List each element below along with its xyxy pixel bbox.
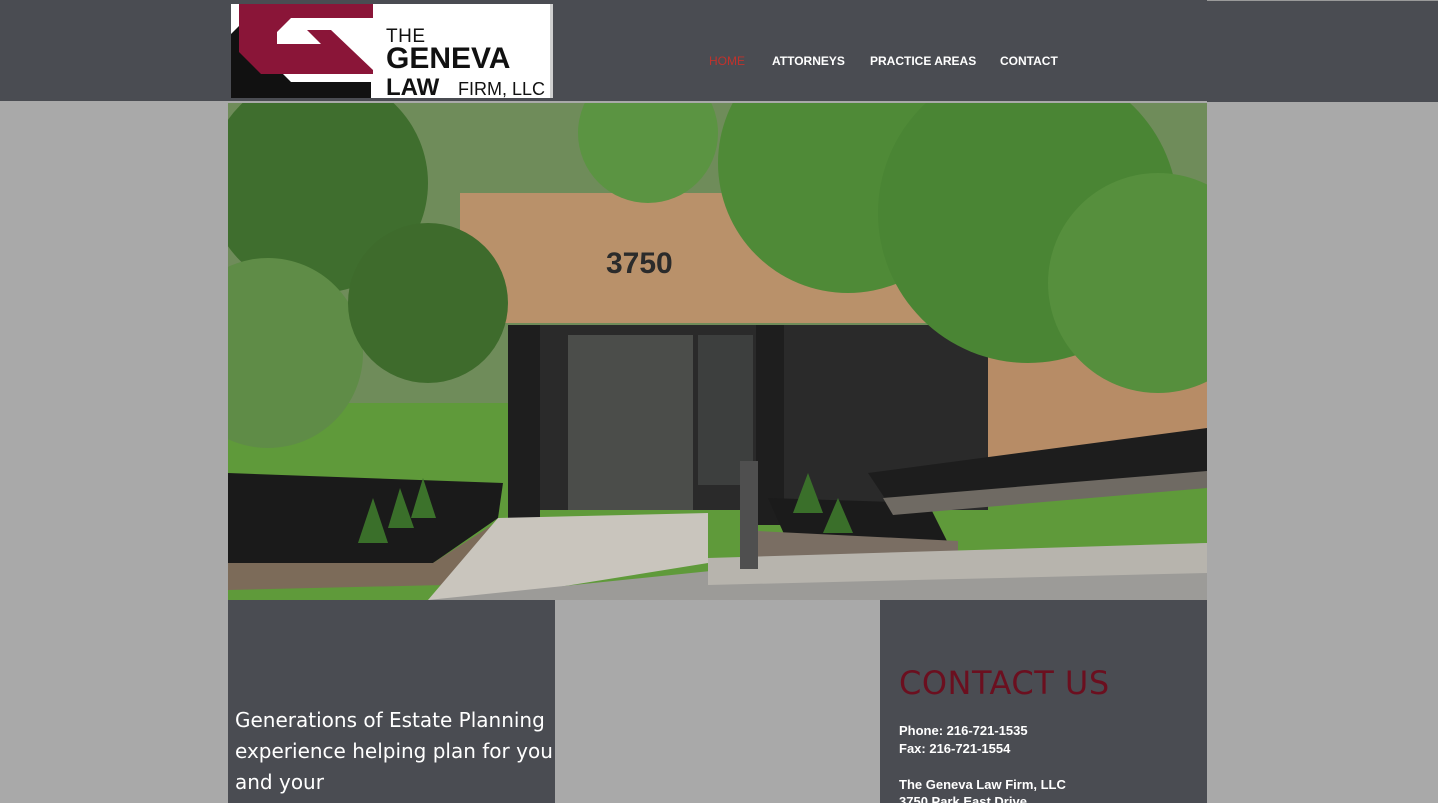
header-bar (0, 0, 1438, 102)
tagline-panel: Generations of Estate Planning experienc… (228, 600, 555, 803)
contact-phone: Phone: 216-721-1535 (899, 723, 1028, 738)
contact-address: 3750 Park East Drive (899, 794, 1027, 803)
hero-building-photo: 3750 (228, 103, 1207, 600)
logo-text-law: LAW (386, 74, 440, 98)
nav-contact[interactable]: CONTACT (1000, 54, 1058, 68)
nav-home[interactable]: HOME (709, 54, 745, 68)
nav-attorneys[interactable]: ATTORNEYS (772, 54, 845, 68)
contact-panel: CONTACT US Phone: 216-721-1535 Fax: 216-… (880, 600, 1207, 803)
nav-practice-areas[interactable]: PRACTICE AREAS (870, 54, 976, 68)
header-right-strip (1207, 0, 1438, 102)
logo-mark-icon (231, 4, 373, 98)
hero-building-number: 3750 (606, 247, 673, 280)
logo-text-firm: FIRM, LLC (458, 79, 546, 98)
contact-fax: Fax: 216-721-1554 (899, 741, 1011, 756)
site-logo[interactable]: THE GENEVA LAW FIRM, LLC (231, 4, 553, 98)
contact-title: CONTACT US (899, 664, 1110, 702)
tagline-text: Generations of Estate Planning experienc… (235, 708, 553, 794)
contact-firm-name: The Geneva Law Firm, LLC (899, 777, 1066, 792)
logo-text-geneva: GENEVA (386, 42, 511, 75)
